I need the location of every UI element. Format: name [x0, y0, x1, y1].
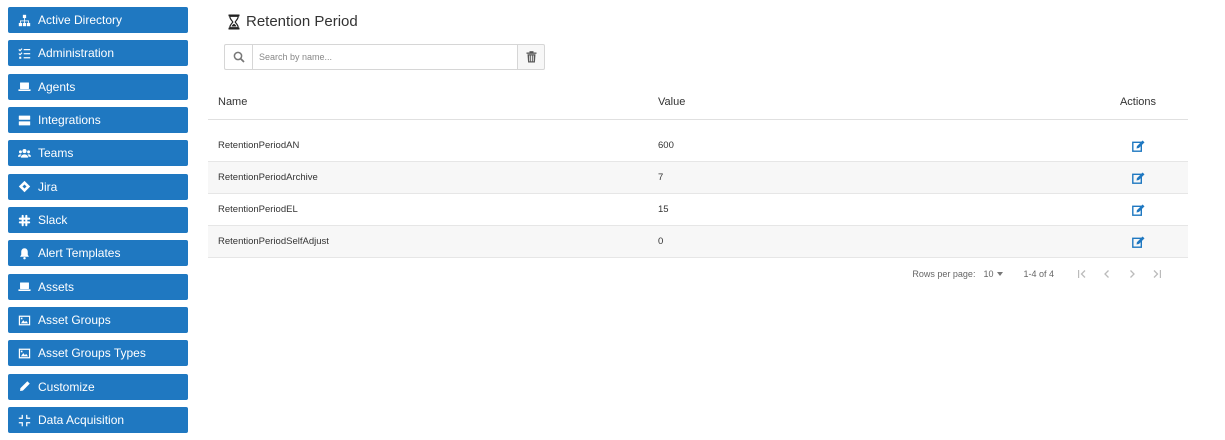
chevron-left-icon	[1103, 269, 1109, 278]
first-page-button[interactable]	[1076, 268, 1087, 279]
hourglass-icon	[228, 14, 240, 30]
server-icon	[18, 114, 31, 127]
row-actions	[1088, 204, 1188, 216]
rows-per-page-select[interactable]: 10	[983, 268, 1004, 279]
table-row: RetentionPeriodArchive 7	[208, 162, 1188, 194]
clear-search-button[interactable]	[518, 44, 545, 70]
sitemap-icon	[18, 14, 31, 27]
slack-icon	[18, 214, 31, 227]
pencil-icon	[18, 380, 31, 393]
table-row: RetentionPeriodAN 600	[208, 130, 1188, 162]
row-value: 7	[658, 172, 664, 183]
image-icon	[18, 347, 31, 360]
sidebar-item-label: Teams	[38, 146, 74, 161]
sidebar-item-label: Agents	[38, 79, 76, 94]
table-row: RetentionPeriodEL 15	[208, 194, 1188, 226]
row-value: 0	[658, 236, 664, 247]
sidebar-item-asset-groups[interactable]: Asset Groups	[8, 307, 188, 334]
column-header-value[interactable]: Value	[648, 96, 1088, 108]
last-page-icon	[1153, 269, 1161, 278]
jira-icon	[18, 180, 31, 193]
column-header-actions: Actions	[1119, 95, 1157, 108]
sidebar-item-alert-templates[interactable]: Alert Templates	[8, 240, 188, 267]
sidebar-item-slack[interactable]: Slack	[8, 207, 188, 234]
edit-icon[interactable]	[1131, 172, 1145, 184]
edit-icon[interactable]	[1131, 140, 1145, 152]
row-actions	[1088, 172, 1188, 184]
column-header-name[interactable]: Name	[208, 96, 648, 108]
rows-per-page-label: Rows per page:	[912, 268, 976, 279]
sidebar-item-label: Data Acquisition	[38, 413, 125, 428]
bell-icon	[18, 247, 31, 260]
next-page-button[interactable]	[1126, 268, 1137, 279]
sidebar-item-agents[interactable]: Agents	[8, 73, 188, 100]
row-name: RetentionPeriodEL	[218, 204, 298, 215]
sidebar: Active Directory Administration Agents I…	[8, 7, 188, 440]
search-icon	[224, 44, 252, 70]
sidebar-item-label: Assets	[38, 279, 75, 294]
compress-icon	[18, 414, 31, 427]
sidebar-item-label: Customize	[38, 379, 95, 394]
sidebar-item-label: Alert Templates	[38, 246, 121, 261]
row-name: RetentionPeriodArchive	[218, 172, 318, 183]
laptop-icon	[18, 80, 31, 93]
sidebar-item-integrations[interactable]: Integrations	[8, 107, 188, 134]
row-value: 15	[658, 204, 669, 215]
retention-table: Name Value Actions RetentionPeriodAN 600…	[208, 84, 1188, 258]
sidebar-item-label: Asset Groups	[38, 313, 111, 328]
row-actions	[1088, 236, 1188, 248]
sidebar-item-label: Asset Groups Types	[38, 346, 146, 361]
row-name: RetentionPeriodAN	[218, 140, 300, 151]
last-page-button[interactable]	[1151, 268, 1162, 279]
row-value: 600	[658, 140, 674, 151]
sidebar-item-administration[interactable]: Administration	[8, 40, 188, 67]
sidebar-item-label: Integrations	[38, 113, 101, 128]
sidebar-item-jira[interactable]: Jira	[8, 173, 188, 200]
first-page-icon	[1077, 269, 1085, 278]
page-title: Retention Period	[228, 13, 358, 30]
sidebar-item-active-directory[interactable]: Active Directory	[8, 7, 188, 33]
row-name: RetentionPeriodSelfAdjust	[218, 236, 329, 247]
chevron-right-icon	[1129, 269, 1135, 278]
edit-icon[interactable]	[1131, 204, 1145, 216]
list-check-icon	[18, 47, 31, 60]
row-actions	[1088, 140, 1188, 152]
table-row: RetentionPeriodSelfAdjust 0	[208, 226, 1188, 258]
sidebar-item-label: Active Directory	[38, 13, 123, 27]
page-nav	[1076, 268, 1162, 279]
sidebar-item-data-acquisition[interactable]: Data Acquisition	[8, 407, 188, 434]
table-body: RetentionPeriodAN 600 RetentionPeriodArc…	[208, 130, 1188, 258]
pagination: Rows per page: 10 1-4 of 4	[208, 268, 1188, 279]
table-header: Name Value Actions	[208, 84, 1188, 120]
laptop-icon	[18, 280, 31, 293]
sidebar-item-teams[interactable]: Teams	[8, 140, 188, 167]
trash-icon	[526, 51, 536, 63]
sidebar-item-label: Jira	[38, 179, 58, 194]
page-title-text: Retention Period	[246, 13, 358, 30]
sidebar-item-label: Slack	[38, 213, 68, 228]
page-range: 1-4 of 4	[1023, 268, 1054, 279]
search-input[interactable]	[252, 44, 518, 70]
users-icon	[18, 147, 31, 160]
sidebar-item-label: Administration	[38, 46, 115, 61]
search-bar	[224, 44, 545, 70]
caret-down-icon	[997, 271, 1004, 276]
edit-icon[interactable]	[1131, 236, 1145, 248]
previous-page-button[interactable]	[1101, 268, 1112, 279]
image-icon	[18, 314, 31, 327]
sidebar-item-asset-groups-types[interactable]: Asset Groups Types	[8, 340, 188, 367]
sidebar-item-assets[interactable]: Assets	[8, 273, 188, 300]
sidebar-item-customize[interactable]: Customize	[8, 373, 188, 400]
rows-per-page-value: 10	[983, 268, 994, 279]
